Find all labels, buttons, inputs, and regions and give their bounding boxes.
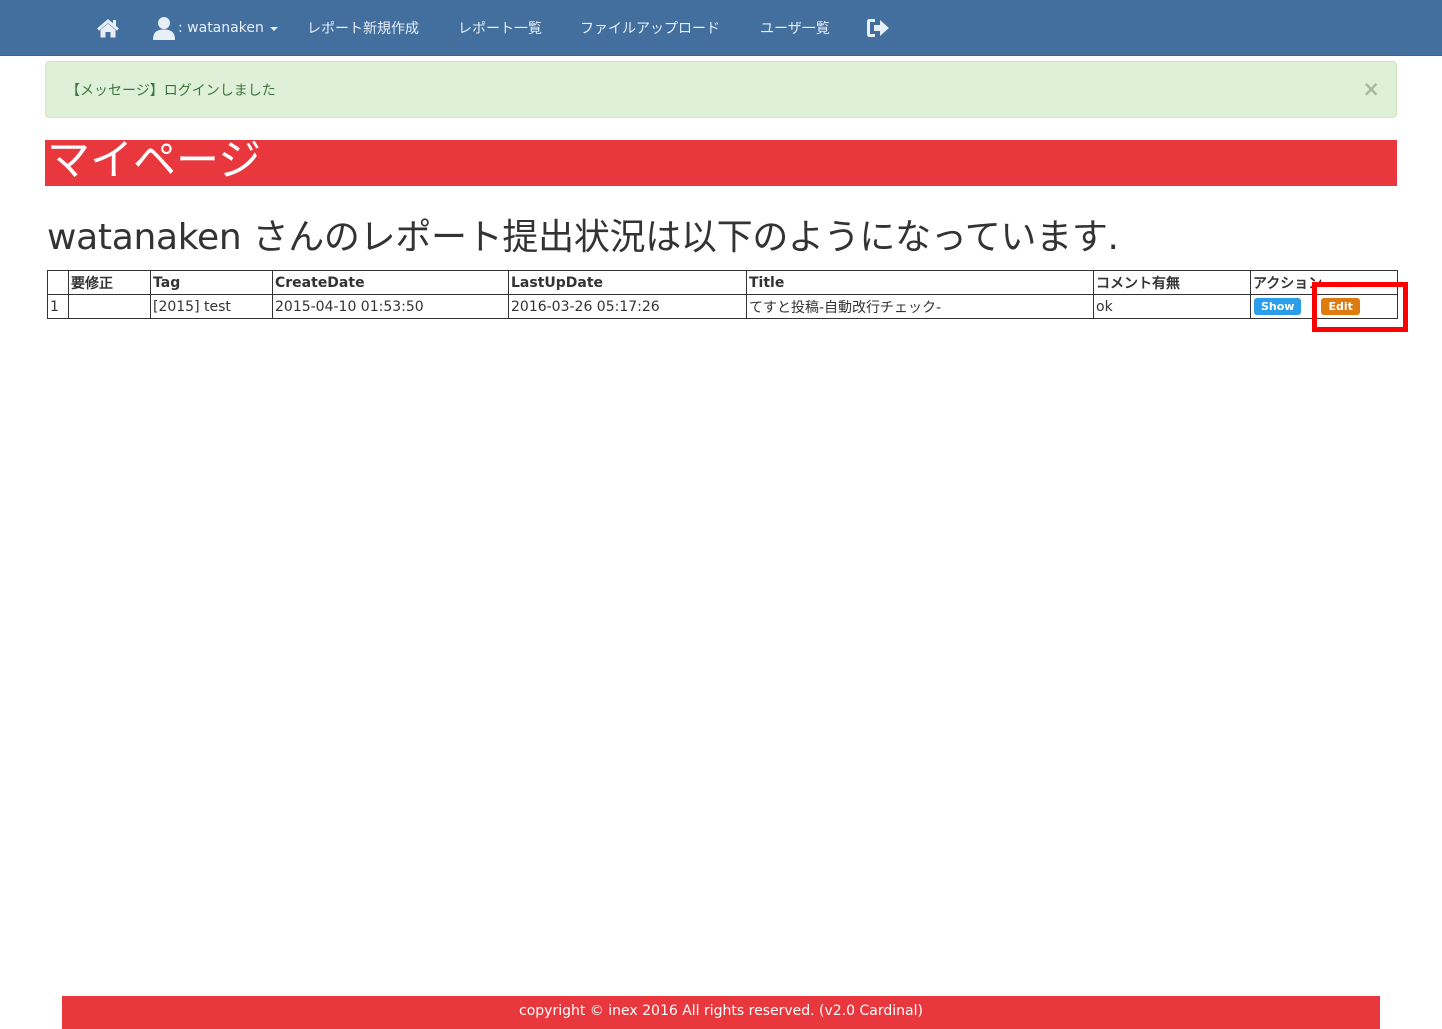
- footer-copyright: copyright © inex 2016 All rights reserve…: [519, 1003, 923, 1019]
- column-header-create-date: CreateDate: [272, 270, 509, 295]
- logout-link[interactable]: [866, 0, 890, 55]
- title-cell: てすと投稿-自動改行チェック-: [746, 294, 1094, 319]
- column-header-title: Title: [746, 270, 1094, 295]
- nav-new-report[interactable]: レポート新規作成: [307, 0, 419, 55]
- show-button[interactable]: Show: [1254, 298, 1302, 315]
- column-header-actions: アクション: [1250, 270, 1398, 295]
- table-header-row: 要修正 Tag CreateDate LastUpDate Title コメント…: [47, 270, 1398, 295]
- needs-fix-cell: [68, 294, 151, 319]
- actions-cell: Show Edit: [1250, 294, 1398, 319]
- close-icon[interactable]: ×: [1362, 79, 1380, 100]
- footer: copyright © inex 2016 All rights reserve…: [62, 996, 1380, 1029]
- user-menu-dropdown[interactable]: : watanaken: [153, 0, 278, 55]
- column-header-no: [47, 270, 69, 295]
- last-update-cell: 2016-03-26 05:17:26: [508, 294, 747, 319]
- column-header-last-update: LastUpDate: [508, 270, 747, 295]
- table-row: 1 [2015] test 2015-04-10 01:53:50 2016-0…: [47, 294, 1398, 319]
- user-name-label: : watanaken: [178, 19, 264, 36]
- nav-user-list[interactable]: ユーザ一覧: [760, 0, 830, 55]
- create-date-cell: 2015-04-10 01:53:50: [272, 294, 509, 319]
- logout-icon: [867, 18, 889, 37]
- alert-message: 【メッセージ】ログインしました: [66, 83, 276, 99]
- page-title-bar: マイページ: [45, 136, 1397, 186]
- column-header-needs-fix: 要修正: [68, 270, 151, 295]
- comment-cell: ok: [1093, 294, 1251, 319]
- page-title: マイページ: [47, 136, 262, 186]
- edit-button[interactable]: Edit: [1321, 298, 1360, 315]
- reports-table: 要修正 Tag CreateDate LastUpDate Title コメント…: [47, 270, 1398, 319]
- column-header-tag: Tag: [150, 270, 273, 295]
- row-number: 1: [47, 294, 69, 319]
- home-link[interactable]: [96, 0, 120, 55]
- column-header-comment: コメント有無: [1093, 270, 1251, 295]
- tag-cell: [2015] test: [150, 294, 273, 319]
- nav-report-list[interactable]: レポート一覧: [458, 0, 542, 55]
- home-icon: [97, 18, 119, 37]
- login-message-alert: 【メッセージ】ログインしました ×: [45, 61, 1397, 118]
- nav-file-upload[interactable]: ファイルアップロード: [580, 0, 720, 55]
- top-navbar: : watanaken レポート新規作成 レポート一覧 ファイルアップロード ユ…: [0, 0, 1442, 56]
- report-status-heading: watanaken さんのレポート提出状況は以下のようになっています.: [47, 217, 1119, 258]
- chevron-down-icon: [269, 26, 278, 31]
- user-icon: [153, 16, 175, 40]
